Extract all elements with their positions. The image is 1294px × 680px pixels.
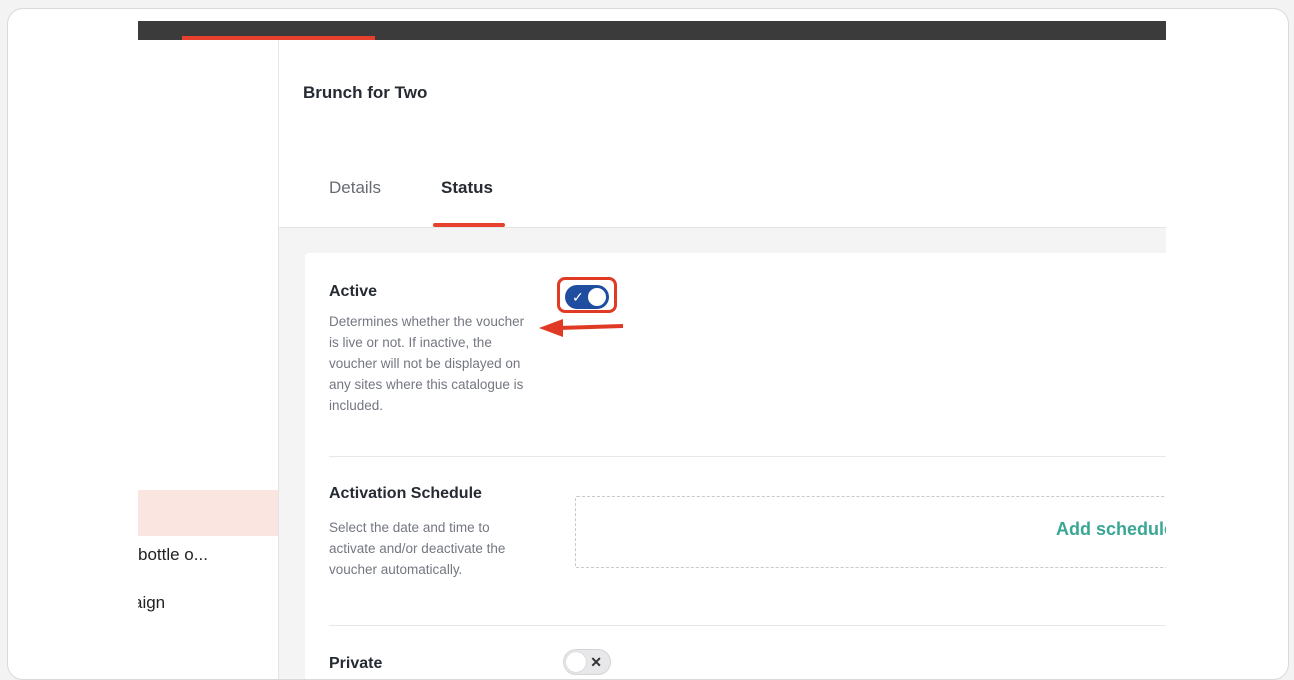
page-title: Brunch for Two bbox=[303, 83, 428, 102]
active-setting-description: Determines whether the voucher is live o… bbox=[329, 314, 525, 413]
divider bbox=[329, 625, 1166, 626]
divider bbox=[329, 456, 1166, 457]
toggle-highlight-box bbox=[557, 277, 617, 313]
active-setting-title: Active bbox=[329, 283, 378, 300]
toggle-knob bbox=[566, 652, 586, 672]
status-settings-card: Active Determines whether the voucher is… bbox=[305, 253, 1166, 679]
add-schedule-link[interactable]: Add schedule bbox=[1056, 519, 1166, 540]
sidebar-item-bottle[interactable]: bottle o... bbox=[138, 545, 278, 565]
close-icon: ✕ bbox=[590, 654, 602, 670]
screenshot-frame: bottle o... aign Brunch for Two Details … bbox=[7, 8, 1289, 680]
private-setting-title: Private bbox=[329, 655, 383, 672]
sidebar-item-selected[interactable] bbox=[138, 490, 278, 536]
schedule-dropzone[interactable]: Add schedule bbox=[575, 496, 1166, 568]
voucher-header: Brunch for Two bbox=[279, 40, 1166, 149]
sidebar: bottle o... aign bbox=[138, 40, 278, 679]
top-bar bbox=[138, 21, 1166, 40]
app-window: bottle o... aign Brunch for Two Details … bbox=[138, 21, 1166, 679]
main-panel: Brunch for Two Details Status Active Det… bbox=[278, 40, 1166, 679]
tab-bar: Details Status bbox=[279, 148, 1166, 228]
tab-details[interactable]: Details bbox=[329, 178, 381, 198]
tab-status[interactable]: Status bbox=[441, 178, 493, 198]
schedule-setting-title: Activation Schedule bbox=[329, 485, 482, 502]
sidebar-item-campaign[interactable]: aign bbox=[138, 593, 273, 613]
pointer-arrow-icon bbox=[539, 319, 624, 337]
private-toggle[interactable]: ✕ bbox=[563, 649, 611, 675]
tab-active-underline bbox=[433, 223, 505, 227]
schedule-setting-description: Select the date and time to activate and… bbox=[329, 520, 506, 577]
